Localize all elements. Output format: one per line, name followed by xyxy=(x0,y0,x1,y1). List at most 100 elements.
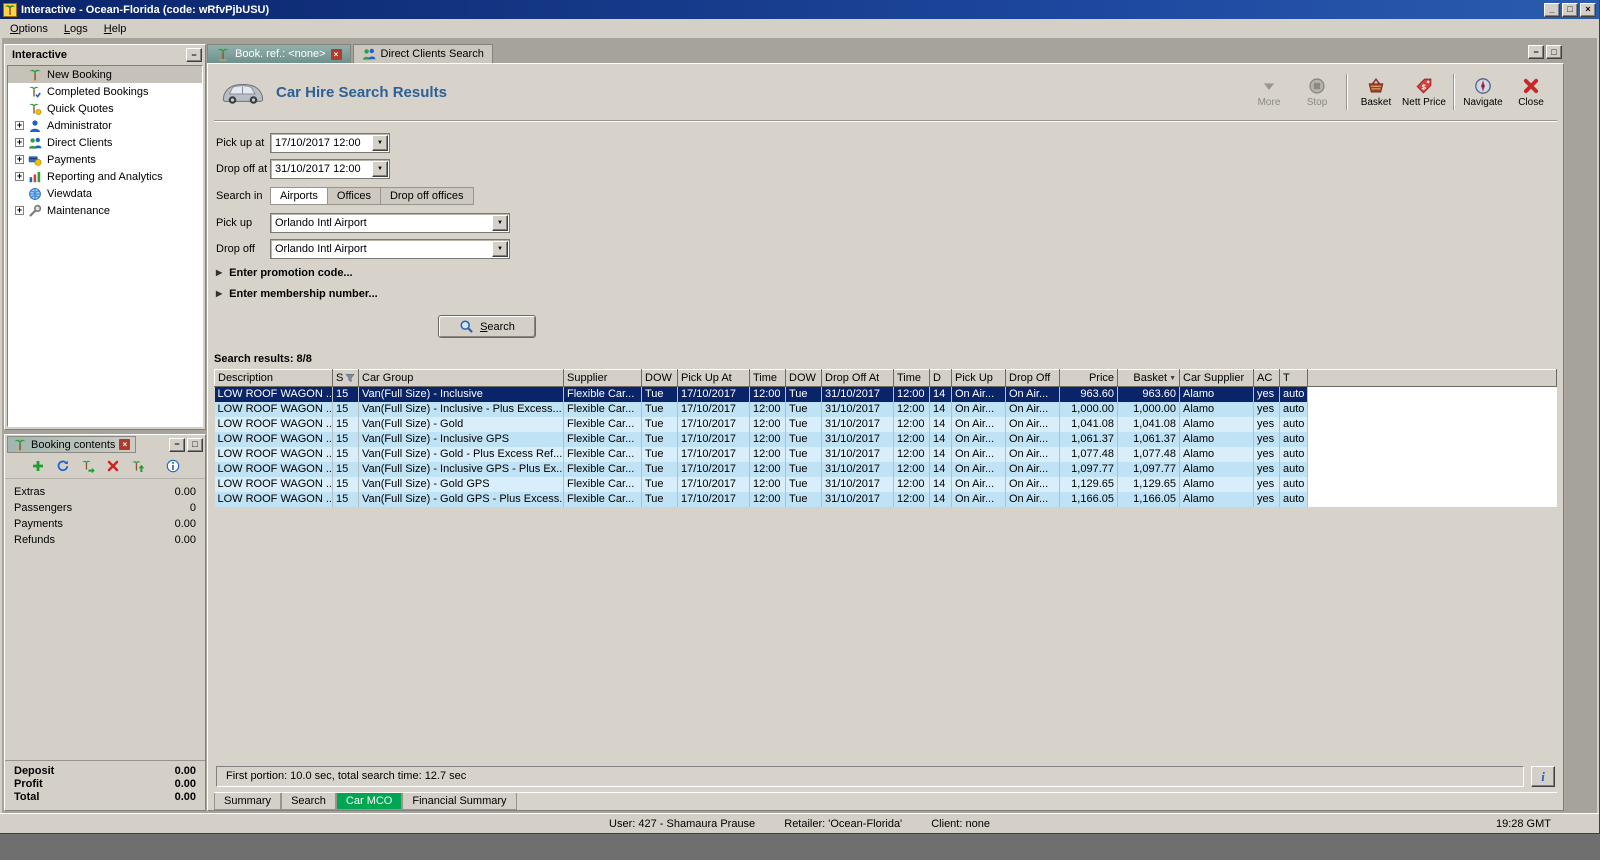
sidebar-item-administrator[interactable]: +Administrator xyxy=(8,117,202,134)
expander-icon[interactable]: + xyxy=(15,172,24,181)
column-header-t[interactable]: T xyxy=(1280,370,1308,387)
info-button[interactable] xyxy=(163,456,183,476)
booking-minimize-button[interactable]: − xyxy=(169,438,185,452)
sidebar-item-maintenance[interactable]: +Maintenance xyxy=(8,202,202,219)
sidebar-item-completed-bookings[interactable]: Completed Bookings xyxy=(8,83,202,100)
add-button[interactable] xyxy=(28,456,48,476)
sidebar-item-new-booking[interactable]: New Booking xyxy=(8,66,202,83)
chevron-down-icon[interactable]: ▼ xyxy=(492,215,508,231)
dropoff-at-combo[interactable]: 31/10/2017 12:00 ▼ xyxy=(270,159,390,179)
column-header-time[interactable]: Time xyxy=(750,370,786,387)
sidebar-item-direct-clients[interactable]: +Direct Clients xyxy=(8,134,202,151)
table-row[interactable]: LOW ROOF WAGON ...15Van(Full Size) - Gol… xyxy=(215,492,1557,507)
search-in-drop-off-offices[interactable]: Drop off offices xyxy=(381,187,474,205)
cell-ac: yes xyxy=(1254,462,1280,477)
table-row[interactable]: LOW ROOF WAGON ...15Van(Full Size) - Inc… xyxy=(215,432,1557,447)
column-header-dow[interactable]: DOW xyxy=(786,370,822,387)
column-header-supplier[interactable]: Supplier xyxy=(564,370,642,387)
search-in-offices[interactable]: Offices xyxy=(328,187,381,205)
minimize-button[interactable]: _ xyxy=(1544,3,1560,17)
booking-maximize-button[interactable]: □ xyxy=(187,438,203,452)
panel-maximize-button[interactable]: □ xyxy=(1546,45,1562,59)
cell-d: 14 xyxy=(930,462,952,477)
transfer-out-button[interactable] xyxy=(128,456,148,476)
panel-collapse-button[interactable]: − xyxy=(186,48,202,62)
promotion-code-expander[interactable]: ▶Enter promotion code... xyxy=(216,262,1555,283)
sidebar-item-payments[interactable]: +Payments xyxy=(8,151,202,168)
column-header-drop-off-at[interactable]: Drop Off At xyxy=(822,370,894,387)
column-header-d[interactable]: D xyxy=(930,370,952,387)
sidebar-item-reporting-and-analytics[interactable]: +Reporting and Analytics xyxy=(8,168,202,185)
dropoff-location-combo[interactable]: Orlando Intl Airport ▼ xyxy=(270,239,510,259)
expander-icon[interactable]: + xyxy=(15,155,24,164)
menu-options[interactable]: Options xyxy=(2,21,56,37)
close-button[interactable]: × xyxy=(1580,3,1596,17)
expander-icon[interactable]: + xyxy=(15,138,24,147)
column-header-label: D xyxy=(933,372,941,384)
table-row[interactable]: LOW ROOF WAGON ...15Van(Full Size) - Inc… xyxy=(215,402,1557,417)
filter-icon[interactable] xyxy=(345,373,355,383)
column-header-ac[interactable]: AC xyxy=(1254,370,1280,387)
bottom-tab-search[interactable]: Search xyxy=(281,793,336,810)
chevron-down-icon[interactable]: ▼ xyxy=(372,135,388,151)
column-header-time[interactable]: Time xyxy=(894,370,930,387)
search-button[interactable]: Search xyxy=(438,315,536,338)
table-row[interactable]: LOW ROOF WAGON ...15Van(Full Size) - Inc… xyxy=(215,387,1557,402)
bottom-tab-financial-summary[interactable]: Financial Summary xyxy=(402,793,516,810)
basket-button[interactable]: Basket xyxy=(1352,75,1400,110)
column-header-description[interactable]: Description xyxy=(215,370,333,387)
maximize-button[interactable]: □ xyxy=(1562,3,1578,17)
booking-contents-tab[interactable]: Booking contents × xyxy=(7,436,136,453)
info-button[interactable]: i xyxy=(1531,766,1555,787)
tab-close-icon[interactable]: × xyxy=(331,49,342,60)
column-header-dow[interactable]: DOW xyxy=(642,370,678,387)
column-header-label: Car Group xyxy=(362,372,413,384)
pickup-location-combo[interactable]: Orlando Intl Airport ▼ xyxy=(270,213,510,233)
cell-d: 14 xyxy=(930,432,952,447)
column-header-price[interactable]: Price xyxy=(1060,370,1118,387)
column-header-pick-up[interactable]: Pick Up xyxy=(952,370,1006,387)
bottom-tab-summary[interactable]: Summary xyxy=(214,793,281,810)
search-in-airports[interactable]: Airports xyxy=(270,187,328,205)
membership-number-expander[interactable]: ▶Enter membership number... xyxy=(216,283,1555,304)
cell-filler xyxy=(1308,477,1557,492)
cell-time: 12:00 xyxy=(750,432,786,447)
expander-icon[interactable]: + xyxy=(15,206,24,215)
close-button[interactable]: Close xyxy=(1507,75,1555,110)
cell-car-group: Van(Full Size) - Inclusive xyxy=(359,387,564,402)
table-row[interactable]: LOW ROOF WAGON ...15Van(Full Size) - Gol… xyxy=(215,417,1557,432)
pickup-at-value: 17/10/2017 12:00 xyxy=(271,137,372,149)
column-header-pick-up-at[interactable]: Pick Up At xyxy=(678,370,750,387)
expander-icon[interactable]: + xyxy=(15,121,24,130)
column-header-basket[interactable]: Basket▼ xyxy=(1118,370,1180,387)
cell-pick-up: On Air... xyxy=(952,477,1006,492)
booking-total-row: Deposit0.00 xyxy=(14,765,196,778)
menu-help[interactable]: Help xyxy=(96,21,135,37)
navigate-button[interactable]: Navigate xyxy=(1459,75,1507,110)
column-header-car-supplier[interactable]: Car Supplier xyxy=(1180,370,1254,387)
tab-book-ref-none[interactable]: Book. ref.: <none>× xyxy=(207,44,351,63)
booking-close-icon[interactable]: × xyxy=(119,439,130,450)
refresh-button[interactable] xyxy=(53,456,73,476)
cell-description: LOW ROOF WAGON ... xyxy=(215,477,333,492)
nett-price-button[interactable]: $Nett Price xyxy=(1400,75,1448,110)
menu-logs[interactable]: Logs xyxy=(56,21,96,37)
transfer-in-button[interactable] xyxy=(78,456,98,476)
column-header-car-group[interactable]: Car Group xyxy=(359,370,564,387)
column-header-s[interactable]: S xyxy=(333,370,359,387)
table-row[interactable]: LOW ROOF WAGON ...15Van(Full Size) - Inc… xyxy=(215,462,1557,477)
table-row[interactable]: LOW ROOF WAGON ...15Van(Full Size) - Gol… xyxy=(215,477,1557,492)
column-header-drop-off[interactable]: Drop Off xyxy=(1006,370,1060,387)
table-row[interactable]: LOW ROOF WAGON ...15Van(Full Size) - Gol… xyxy=(215,447,1557,462)
panel-minimize-button[interactable]: − xyxy=(1528,45,1544,59)
chevron-down-icon[interactable]: ▼ xyxy=(372,161,388,177)
bottom-tab-car-mco[interactable]: Car MCO xyxy=(336,793,402,810)
sidebar-item-quick-quotes[interactable]: Quick Quotes xyxy=(8,100,202,117)
pickup-at-combo[interactable]: 17/10/2017 12:00 ▼ xyxy=(270,133,390,153)
cell-dow: Tue xyxy=(786,447,822,462)
chevron-down-icon[interactable]: ▼ xyxy=(492,241,508,257)
cell-drop-off-at: 31/10/2017 xyxy=(822,447,894,462)
sidebar-item-viewdata[interactable]: Viewdata xyxy=(8,185,202,202)
delete-button[interactable] xyxy=(103,456,123,476)
tab-direct-clients-search[interactable]: Direct Clients Search xyxy=(353,44,493,63)
